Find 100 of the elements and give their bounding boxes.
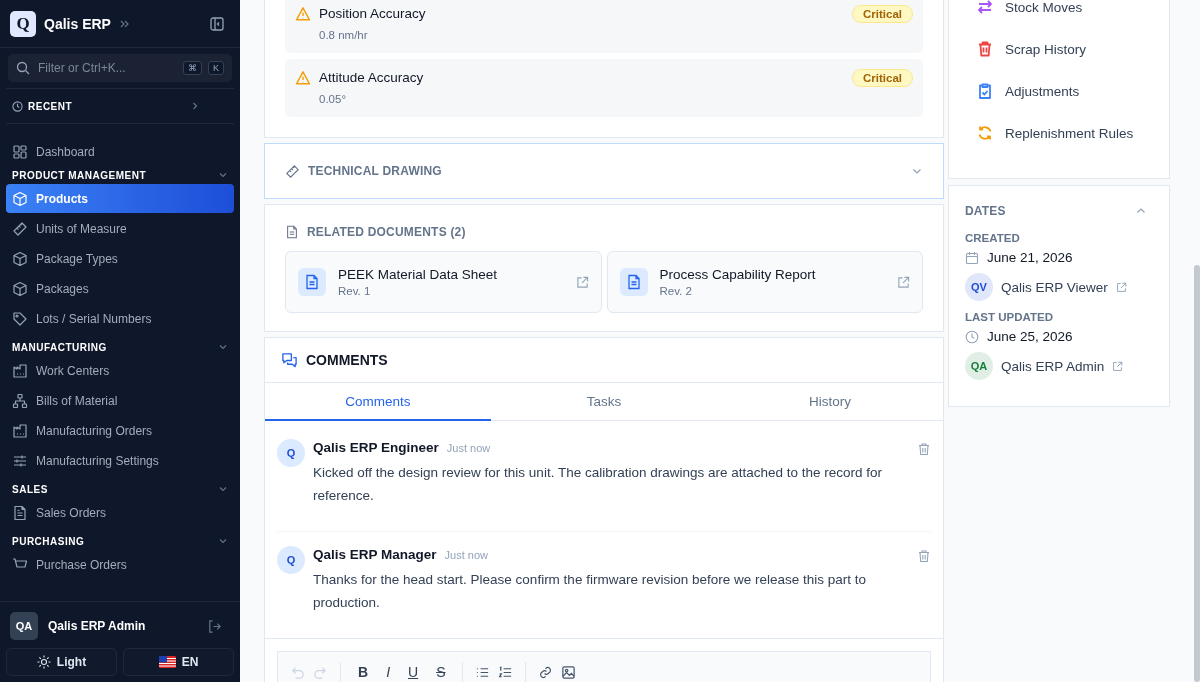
date-value: June 21, 2026	[987, 250, 1073, 265]
nav-item[interactable]: Work Centers	[6, 356, 234, 385]
action-link[interactable]: Replenishment Rules	[977, 112, 1141, 154]
document-name: PEEK Material Data Sheet	[338, 267, 499, 282]
nav-item[interactable]: Package Types	[6, 244, 234, 273]
user-link[interactable]: Qalis ERP Admin	[1001, 358, 1105, 374]
format-button[interactable]: S	[431, 664, 451, 680]
section-heading[interactable]: PURCHASING	[12, 535, 85, 547]
chat-icon	[281, 351, 298, 369]
document-icon	[12, 504, 28, 521]
theme-button[interactable]: Light	[6, 648, 117, 676]
external-link-icon[interactable]	[897, 275, 910, 289]
clock-icon	[965, 329, 979, 344]
numbered-list-icon[interactable]	[498, 664, 514, 680]
calendar-icon	[965, 250, 979, 265]
warning-icon	[295, 6, 311, 22]
factory-icon	[12, 362, 28, 379]
image-icon[interactable]	[561, 664, 577, 680]
filter-field[interactable]: Filter or Ctrl+K... ⌘ K	[8, 54, 232, 82]
scrollbar-thumb[interactable]	[1194, 265, 1200, 682]
issue-title: Attitude Accuracy	[319, 69, 425, 87]
author-avatar: Q	[277, 546, 305, 574]
nav-item[interactable]: Products	[6, 184, 234, 213]
comment-time: Just now	[444, 549, 488, 561]
format-button[interactable]: I	[381, 664, 395, 680]
sun-icon	[36, 655, 51, 669]
author-avatar: Q	[277, 439, 305, 467]
shortcut-key: K	[208, 61, 224, 75]
format-button[interactable]: U	[403, 664, 424, 680]
nav-item[interactable]: Lots / Serial Numbers	[6, 304, 234, 333]
comment-author: Qalis ERP Engineer	[313, 440, 439, 455]
nav-item[interactable]: Units of Measure	[6, 214, 234, 243]
factory-icon	[12, 422, 28, 439]
issue-title: Position Accuracy	[319, 5, 427, 23]
document-icon	[619, 268, 648, 296]
date-value: June 25, 2026	[987, 329, 1073, 344]
nav-item[interactable]: Sales Orders	[6, 498, 234, 527]
chevron-icon[interactable]	[218, 342, 228, 352]
external-link-icon[interactable]	[1112, 360, 1124, 372]
nav-item[interactable]: Purchase Orders	[6, 550, 234, 579]
tab[interactable]: Comments	[265, 383, 491, 421]
tag-icon	[12, 310, 28, 327]
comment-text: Thanks for the head start. Please confirm the firmware revision before we release this part to production.	[313, 571, 867, 612]
filter-input[interactable]: Filter or Ctrl+K...	[36, 60, 177, 76]
cube-icon	[12, 250, 28, 267]
action-link[interactable]: Adjustments	[977, 70, 1141, 112]
format-button[interactable]: B	[353, 664, 374, 680]
delete-icon[interactable]	[917, 549, 931, 563]
comment-author: Qalis ERP Manager	[313, 547, 437, 562]
document-icon	[298, 268, 326, 296]
ruler-icon	[12, 220, 28, 237]
action-link[interactable]: Stock Moves	[977, 0, 1141, 28]
link-icon[interactable]	[538, 664, 554, 680]
document-card[interactable]: PEEK Material Data Sheet Rev. 1	[285, 251, 602, 313]
chevron-icon[interactable]	[218, 170, 228, 180]
external-link-icon[interactable]	[575, 275, 589, 289]
section-heading[interactable]: PRODUCT MANAGEMENT	[12, 169, 146, 181]
comments-title: COMMENTS	[306, 352, 388, 368]
logo: Q	[10, 10, 36, 37]
user-link[interactable]: Qalis ERP Viewer	[1001, 279, 1108, 295]
nav-item[interactable]: Dashboard	[6, 137, 234, 166]
document-icon	[285, 225, 299, 239]
date-label: CREATED	[965, 232, 1021, 244]
document-card[interactable]: Process Capability Report Rev. 2	[606, 251, 923, 313]
section-title: TECHNICAL DRAWING	[308, 164, 442, 178]
user-name: Qalis ERP Admin	[48, 619, 146, 633]
app-name: Qalis ERP	[44, 15, 111, 32]
comment-time: Just now	[446, 442, 491, 454]
user-avatar: QA	[965, 352, 993, 380]
recent-heading[interactable]: RECENT	[28, 100, 73, 112]
action-link[interactable]: Scrap History	[977, 28, 1141, 70]
cube-icon	[12, 190, 28, 207]
sidebar-toggle-icon[interactable]	[210, 16, 224, 31]
tab[interactable]: Tasks	[491, 383, 717, 421]
shortcut-key: ⌘	[183, 61, 202, 75]
language-button[interactable]: EN	[123, 648, 234, 676]
document-revision: Rev. 2	[659, 285, 693, 297]
technical-drawing-panel[interactable]: TECHNICAL DRAWING	[264, 143, 944, 199]
delete-icon[interactable]	[917, 442, 931, 456]
tab[interactable]: History	[717, 383, 943, 421]
chevron-icon[interactable]	[190, 101, 200, 111]
severity-badge: Critical	[852, 5, 913, 23]
issue-value: 0.8 nm/hr	[319, 28, 369, 43]
clock-icon	[12, 100, 23, 112]
user-avatar: QA	[10, 612, 38, 640]
nav-item[interactable]: Manufacturing Orders	[6, 416, 234, 445]
section-heading[interactable]: SALES	[12, 483, 48, 495]
warning-icon	[295, 70, 311, 86]
document-name: Process Capability Report	[659, 267, 817, 282]
chevron-icon[interactable]	[218, 484, 228, 494]
logout-icon[interactable]	[207, 618, 222, 634]
nav-item[interactable]: Bills of Material	[6, 386, 234, 415]
issue-value: 0.05°	[319, 92, 347, 107]
section-heading[interactable]: MANUFACTURING	[12, 341, 107, 353]
severity-badge: Critical	[852, 69, 913, 87]
chevron-icon[interactable]	[218, 536, 228, 546]
search-icon	[16, 61, 30, 75]
nav-item[interactable]: Packages	[6, 274, 234, 303]
external-link-icon[interactable]	[1115, 281, 1127, 293]
nav-item[interactable]: Manufacturing Settings	[6, 446, 234, 475]
